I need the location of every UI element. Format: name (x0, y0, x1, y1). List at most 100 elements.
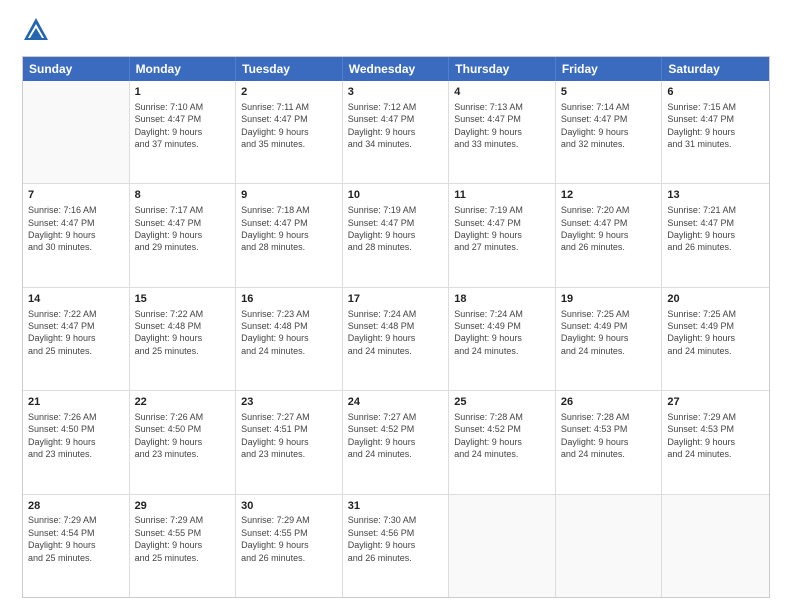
calendar-body: 1Sunrise: 7:10 AMSunset: 4:47 PMDaylight… (23, 81, 769, 597)
day-number: 5 (561, 85, 657, 100)
day-number: 10 (348, 188, 444, 203)
calendar-cell-r5-c4: 31Sunrise: 7:30 AMSunset: 4:56 PMDayligh… (343, 495, 450, 597)
day-number: 16 (241, 292, 337, 307)
calendar-cell-r5-c2: 29Sunrise: 7:29 AMSunset: 4:55 PMDayligh… (130, 495, 237, 597)
calendar-cell-r2-c5: 11Sunrise: 7:19 AMSunset: 4:47 PMDayligh… (449, 184, 556, 286)
day-number: 6 (667, 85, 764, 100)
day-number: 14 (28, 292, 124, 307)
calendar-cell-r2-c1: 7Sunrise: 7:16 AMSunset: 4:47 PMDaylight… (23, 184, 130, 286)
day-number: 18 (454, 292, 550, 307)
day-number: 11 (454, 188, 550, 203)
weekday-header-saturday: Saturday (662, 57, 769, 81)
cell-info: Sunrise: 7:30 AMSunset: 4:56 PMDaylight:… (348, 514, 444, 564)
day-number: 8 (135, 188, 231, 203)
weekday-header-tuesday: Tuesday (236, 57, 343, 81)
calendar-cell-r1-c6: 5Sunrise: 7:14 AMSunset: 4:47 PMDaylight… (556, 81, 663, 183)
calendar-cell-r1-c3: 2Sunrise: 7:11 AMSunset: 4:47 PMDaylight… (236, 81, 343, 183)
cell-info: Sunrise: 7:24 AMSunset: 4:49 PMDaylight:… (454, 308, 550, 358)
cell-info: Sunrise: 7:29 AMSunset: 4:53 PMDaylight:… (667, 411, 764, 461)
calendar-cell-r3-c2: 15Sunrise: 7:22 AMSunset: 4:48 PMDayligh… (130, 288, 237, 390)
cell-info: Sunrise: 7:28 AMSunset: 4:52 PMDaylight:… (454, 411, 550, 461)
day-number: 3 (348, 85, 444, 100)
calendar-cell-r2-c2: 8Sunrise: 7:17 AMSunset: 4:47 PMDaylight… (130, 184, 237, 286)
calendar-row-2: 7Sunrise: 7:16 AMSunset: 4:47 PMDaylight… (23, 184, 769, 287)
day-number: 9 (241, 188, 337, 203)
cell-info: Sunrise: 7:29 AMSunset: 4:54 PMDaylight:… (28, 514, 124, 564)
cell-info: Sunrise: 7:22 AMSunset: 4:47 PMDaylight:… (28, 308, 124, 358)
cell-info: Sunrise: 7:26 AMSunset: 4:50 PMDaylight:… (28, 411, 124, 461)
day-number: 22 (135, 395, 231, 410)
cell-info: Sunrise: 7:20 AMSunset: 4:47 PMDaylight:… (561, 204, 657, 254)
day-number: 17 (348, 292, 444, 307)
calendar-cell-r2-c7: 13Sunrise: 7:21 AMSunset: 4:47 PMDayligh… (662, 184, 769, 286)
day-number: 24 (348, 395, 444, 410)
day-number: 20 (667, 292, 764, 307)
cell-info: Sunrise: 7:17 AMSunset: 4:47 PMDaylight:… (135, 204, 231, 254)
cell-info: Sunrise: 7:27 AMSunset: 4:52 PMDaylight:… (348, 411, 444, 461)
cell-info: Sunrise: 7:25 AMSunset: 4:49 PMDaylight:… (561, 308, 657, 358)
calendar-cell-r4-c2: 22Sunrise: 7:26 AMSunset: 4:50 PMDayligh… (130, 391, 237, 493)
day-number: 29 (135, 499, 231, 514)
logo (22, 18, 53, 46)
calendar-cell-r5-c6 (556, 495, 663, 597)
calendar-header: SundayMondayTuesdayWednesdayThursdayFrid… (23, 57, 769, 81)
weekday-header-friday: Friday (556, 57, 663, 81)
cell-info: Sunrise: 7:29 AMSunset: 4:55 PMDaylight:… (135, 514, 231, 564)
calendar-cell-r4-c1: 21Sunrise: 7:26 AMSunset: 4:50 PMDayligh… (23, 391, 130, 493)
calendar-row-3: 14Sunrise: 7:22 AMSunset: 4:47 PMDayligh… (23, 288, 769, 391)
day-number: 21 (28, 395, 124, 410)
day-number: 15 (135, 292, 231, 307)
calendar-cell-r3-c1: 14Sunrise: 7:22 AMSunset: 4:47 PMDayligh… (23, 288, 130, 390)
calendar-cell-r4-c4: 24Sunrise: 7:27 AMSunset: 4:52 PMDayligh… (343, 391, 450, 493)
calendar-cell-r3-c4: 17Sunrise: 7:24 AMSunset: 4:48 PMDayligh… (343, 288, 450, 390)
calendar-cell-r5-c5 (449, 495, 556, 597)
calendar-cell-r3-c5: 18Sunrise: 7:24 AMSunset: 4:49 PMDayligh… (449, 288, 556, 390)
calendar-row-1: 1Sunrise: 7:10 AMSunset: 4:47 PMDaylight… (23, 81, 769, 184)
cell-info: Sunrise: 7:11 AMSunset: 4:47 PMDaylight:… (241, 101, 337, 151)
day-number: 28 (28, 499, 124, 514)
day-number: 7 (28, 188, 124, 203)
calendar-cell-r1-c2: 1Sunrise: 7:10 AMSunset: 4:47 PMDaylight… (130, 81, 237, 183)
weekday-header-sunday: Sunday (23, 57, 130, 81)
day-number: 23 (241, 395, 337, 410)
header (22, 18, 770, 46)
cell-info: Sunrise: 7:10 AMSunset: 4:47 PMDaylight:… (135, 101, 231, 151)
calendar-cell-r4-c5: 25Sunrise: 7:28 AMSunset: 4:52 PMDayligh… (449, 391, 556, 493)
cell-info: Sunrise: 7:19 AMSunset: 4:47 PMDaylight:… (454, 204, 550, 254)
calendar-cell-r2-c3: 9Sunrise: 7:18 AMSunset: 4:47 PMDaylight… (236, 184, 343, 286)
calendar-cell-r4-c6: 26Sunrise: 7:28 AMSunset: 4:53 PMDayligh… (556, 391, 663, 493)
calendar-cell-r3-c3: 16Sunrise: 7:23 AMSunset: 4:48 PMDayligh… (236, 288, 343, 390)
cell-info: Sunrise: 7:28 AMSunset: 4:53 PMDaylight:… (561, 411, 657, 461)
calendar-cell-r2-c4: 10Sunrise: 7:19 AMSunset: 4:47 PMDayligh… (343, 184, 450, 286)
cell-info: Sunrise: 7:24 AMSunset: 4:48 PMDaylight:… (348, 308, 444, 358)
weekday-header-wednesday: Wednesday (343, 57, 450, 81)
cell-info: Sunrise: 7:29 AMSunset: 4:55 PMDaylight:… (241, 514, 337, 564)
day-number: 25 (454, 395, 550, 410)
day-number: 13 (667, 188, 764, 203)
cell-info: Sunrise: 7:12 AMSunset: 4:47 PMDaylight:… (348, 101, 444, 151)
cell-info: Sunrise: 7:25 AMSunset: 4:49 PMDaylight:… (667, 308, 764, 358)
cell-info: Sunrise: 7:13 AMSunset: 4:47 PMDaylight:… (454, 101, 550, 151)
calendar-cell-r4-c7: 27Sunrise: 7:29 AMSunset: 4:53 PMDayligh… (662, 391, 769, 493)
weekday-header-monday: Monday (130, 57, 237, 81)
calendar-cell-r5-c1: 28Sunrise: 7:29 AMSunset: 4:54 PMDayligh… (23, 495, 130, 597)
cell-info: Sunrise: 7:26 AMSunset: 4:50 PMDaylight:… (135, 411, 231, 461)
day-number: 2 (241, 85, 337, 100)
calendar-cell-r4-c3: 23Sunrise: 7:27 AMSunset: 4:51 PMDayligh… (236, 391, 343, 493)
day-number: 1 (135, 85, 231, 100)
logo-icon (22, 16, 50, 44)
cell-info: Sunrise: 7:15 AMSunset: 4:47 PMDaylight:… (667, 101, 764, 151)
calendar-row-4: 21Sunrise: 7:26 AMSunset: 4:50 PMDayligh… (23, 391, 769, 494)
day-number: 12 (561, 188, 657, 203)
calendar-cell-r1-c4: 3Sunrise: 7:12 AMSunset: 4:47 PMDaylight… (343, 81, 450, 183)
day-number: 4 (454, 85, 550, 100)
calendar-cell-r1-c7: 6Sunrise: 7:15 AMSunset: 4:47 PMDaylight… (662, 81, 769, 183)
day-number: 27 (667, 395, 764, 410)
calendar-cell-r2-c6: 12Sunrise: 7:20 AMSunset: 4:47 PMDayligh… (556, 184, 663, 286)
calendar-cell-r1-c1 (23, 81, 130, 183)
cell-info: Sunrise: 7:18 AMSunset: 4:47 PMDaylight:… (241, 204, 337, 254)
cell-info: Sunrise: 7:22 AMSunset: 4:48 PMDaylight:… (135, 308, 231, 358)
cell-info: Sunrise: 7:21 AMSunset: 4:47 PMDaylight:… (667, 204, 764, 254)
calendar-row-5: 28Sunrise: 7:29 AMSunset: 4:54 PMDayligh… (23, 495, 769, 597)
cell-info: Sunrise: 7:14 AMSunset: 4:47 PMDaylight:… (561, 101, 657, 151)
